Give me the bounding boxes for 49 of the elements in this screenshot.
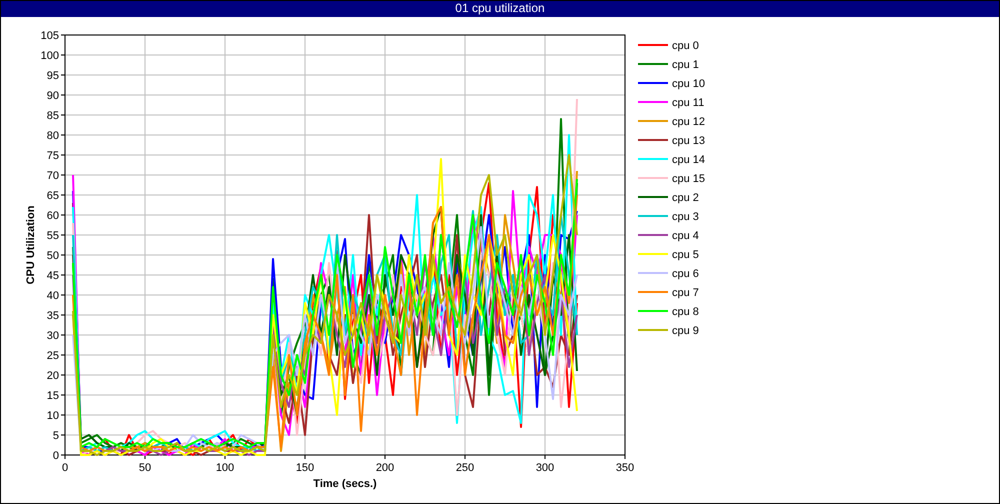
x-tick-label: 150	[296, 462, 314, 474]
x-tick-label: 300	[536, 462, 554, 474]
x-tick-label: 100	[216, 462, 234, 474]
y-tick-label: 100	[40, 50, 59, 62]
legend-label: cpu 8	[672, 306, 699, 318]
y-tick-label: 40	[46, 290, 59, 302]
legend-label: cpu 14	[672, 154, 706, 166]
legend-label: cpu 15	[672, 173, 706, 185]
y-tick-label: 15	[46, 390, 59, 402]
legend-label: cpu 10	[672, 78, 706, 90]
legend-label: cpu 2	[672, 192, 699, 204]
legend-label: cpu 4	[672, 230, 699, 242]
y-tick-label: 20	[46, 370, 59, 382]
y-tick-label: 30	[46, 330, 59, 342]
y-tick-label: 10	[46, 410, 59, 422]
legend-label: cpu 11	[672, 97, 704, 109]
y-tick-label: 80	[46, 130, 59, 142]
y-tick-label: 60	[46, 210, 59, 222]
legend-label: cpu 9	[672, 325, 699, 337]
legend-label: cpu 5	[672, 249, 699, 261]
y-tick-label: 65	[46, 190, 59, 202]
y-tick-label: 105	[40, 30, 59, 42]
y-tick-label: 95	[46, 70, 59, 82]
y-tick-label: 5	[52, 430, 59, 442]
window-title: 01 cpu utilization	[1, 1, 999, 17]
x-tick-label: 50	[138, 462, 152, 474]
y-tick-label: 0	[52, 450, 59, 462]
legend-label: cpu 1	[672, 59, 699, 71]
y-tick-label: 70	[46, 170, 59, 182]
y-tick-label: 25	[46, 350, 59, 362]
legend-label: cpu 13	[672, 135, 706, 147]
y-tick-label: 85	[46, 110, 59, 122]
x-tick-label: 250	[456, 462, 474, 474]
y-tick-label: 75	[46, 150, 59, 162]
legend-label: cpu 6	[672, 268, 699, 280]
legend-label: cpu 7	[672, 287, 699, 299]
legend-label: cpu 12	[672, 116, 706, 128]
legend-label: cpu 0	[672, 40, 699, 52]
y-tick-label: 90	[46, 90, 59, 102]
x-tick-label: 0	[62, 462, 68, 474]
y-tick-label: 45	[46, 270, 59, 282]
y-axis-title: CPU Utilization	[25, 206, 37, 284]
x-tick-label: 350	[616, 462, 634, 474]
x-tick-label: 200	[376, 462, 394, 474]
y-tick-label: 50	[46, 250, 59, 262]
y-tick-label: 35	[46, 310, 59, 322]
x-axis-title: Time (secs.)	[313, 478, 377, 490]
y-tick-label: 55	[46, 230, 59, 242]
legend-label: cpu 3	[672, 211, 699, 223]
